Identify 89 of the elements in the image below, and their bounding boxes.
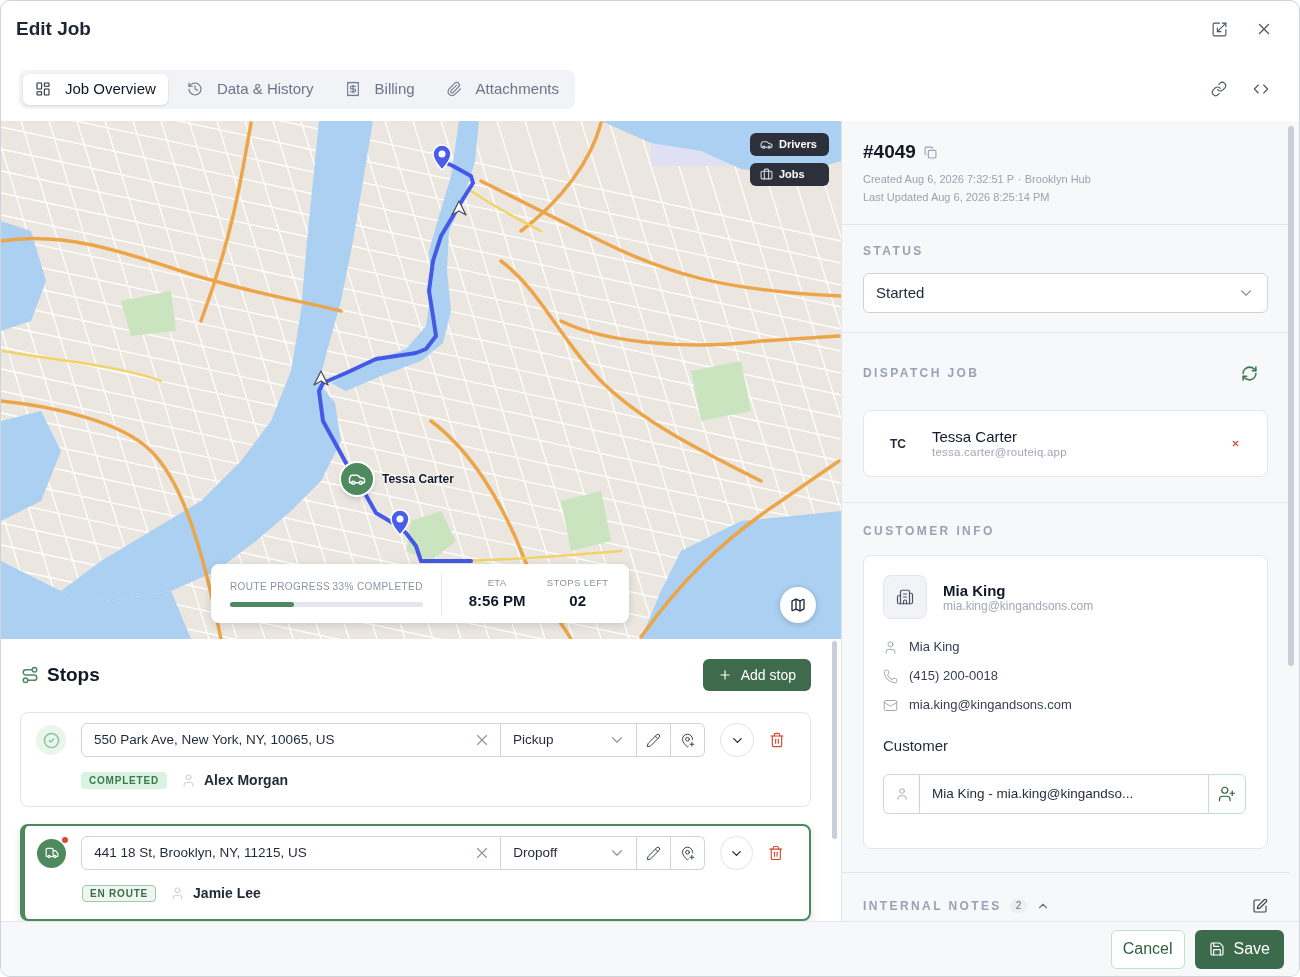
paperclip-icon xyxy=(445,81,462,97)
code-icon xyxy=(1253,81,1269,97)
tab[interactable]: Attachments xyxy=(433,73,571,105)
driver-name: Alex Morgan xyxy=(204,771,288,790)
map-icon xyxy=(790,597,806,613)
pin-button[interactable] xyxy=(671,723,705,757)
stops-left-value: 02 xyxy=(569,592,587,610)
truck-icon xyxy=(37,838,67,868)
person-icon xyxy=(170,886,186,901)
phone-icon xyxy=(883,668,898,684)
address-field[interactable]: 550 Park Ave, New York, NY, 10065, US xyxy=(81,723,501,757)
save-button[interactable]: Save xyxy=(1194,929,1284,969)
type-select[interactable]: Pickup xyxy=(501,723,637,757)
mail-icon xyxy=(883,697,898,713)
add-stop-button[interactable]: Add stop xyxy=(702,659,811,691)
section-label: DISPATCH JOB xyxy=(863,365,980,381)
add-customer-button[interactable] xyxy=(1208,774,1246,814)
scrollbar-thumb[interactable] xyxy=(1288,126,1294,666)
pin-plus-icon xyxy=(680,732,695,748)
customer-email: mia.king@kingandsons.com xyxy=(943,598,1094,613)
copy-icon[interactable] xyxy=(923,145,937,159)
pin-plus-icon xyxy=(680,845,696,861)
map-pin-icon[interactable] xyxy=(432,144,452,171)
layer-button[interactable]: Drivers xyxy=(750,133,829,156)
arrow-marker-icon xyxy=(451,200,467,216)
section-title: Stops xyxy=(47,662,100,687)
save-icon xyxy=(1208,941,1225,957)
layer-button[interactable]: Jobs xyxy=(750,163,829,186)
building-icon xyxy=(883,575,927,619)
person-icon xyxy=(883,639,898,655)
section-label: INTERNAL NOTES xyxy=(863,898,1002,914)
dialog-title: Edit Job xyxy=(16,16,91,41)
pencil-icon xyxy=(646,732,661,748)
link-icon xyxy=(1211,81,1227,97)
hub-name: · Brooklyn Hub xyxy=(1018,172,1091,187)
trash-icon[interactable] xyxy=(769,732,785,748)
progress-percent: 33% COMPLETED xyxy=(332,580,423,593)
cancel-button[interactable]: Cancel xyxy=(1110,929,1185,969)
edit-icon[interactable] xyxy=(1252,898,1268,914)
eta-value: 8:56 PM xyxy=(468,592,526,610)
pencil-icon xyxy=(646,845,662,861)
customer-name: Mia King xyxy=(943,581,1007,599)
pin-button[interactable] xyxy=(671,836,706,870)
contact-text: mia.king@kingandsons.com xyxy=(909,696,1072,715)
person-icon xyxy=(883,774,920,814)
driver-name: Jamie Lee xyxy=(193,884,261,903)
status-badge: EN ROUTE xyxy=(82,885,157,902)
person-icon xyxy=(181,773,196,788)
job-number: #4049 xyxy=(863,141,916,163)
driver-email: tessa.carter@routeiq.app xyxy=(932,445,1067,459)
driver-name: Tessa Carter xyxy=(932,428,1019,445)
scrollbar-thumb[interactable] xyxy=(832,641,837,839)
tab[interactable]: Data & History xyxy=(174,73,326,105)
map-pin-icon[interactable] xyxy=(390,509,410,536)
arrow-marker-icon xyxy=(313,370,329,386)
route-icon xyxy=(21,666,39,684)
contact-text: Mia King xyxy=(909,638,960,657)
edit-button[interactable] xyxy=(637,723,671,757)
remove-icon[interactable] xyxy=(1231,439,1240,448)
eta-label: ETA xyxy=(487,577,507,589)
briefcase-icon xyxy=(760,168,773,181)
stops-left-label: STOPS LEFT xyxy=(546,577,609,589)
customer-field[interactable]: Mia King - mia.king@kingandso... xyxy=(920,774,1208,814)
driver-label: Tessa Carter xyxy=(382,471,454,487)
plus-icon xyxy=(717,668,732,682)
history-icon xyxy=(186,81,203,97)
expand-icon xyxy=(1210,20,1228,38)
address-field[interactable]: 441 18 St, Brooklyn, NY, 11215, US xyxy=(81,836,502,870)
driver-initials: TC xyxy=(889,435,907,453)
section-label: STATUS xyxy=(863,243,925,259)
status-select[interactable]: Started xyxy=(863,273,1268,313)
progress-title: ROUTE PROGRESS xyxy=(230,580,331,593)
field-label: Customer xyxy=(883,736,950,756)
receipt-icon xyxy=(344,81,361,97)
status-badge: COMPLETED xyxy=(81,772,167,789)
type-select[interactable]: Dropoff xyxy=(501,836,638,870)
edit-button[interactable] xyxy=(637,836,672,870)
count-badge: 2 xyxy=(1009,899,1028,913)
created-date: Created Aug 6, 2026 7:32:51 P xyxy=(863,172,1015,187)
section-label: CUSTOMER INFO xyxy=(863,523,996,539)
refresh-icon[interactable] xyxy=(1241,364,1258,382)
contact-text: (415) 200-0018 xyxy=(909,667,998,686)
user-plus-icon xyxy=(1218,785,1236,803)
grid-icon xyxy=(35,81,51,97)
updated-date: Last Updated Aug 6, 2026 8:25:14 PM xyxy=(863,190,1051,205)
trash-icon[interactable] xyxy=(768,845,784,861)
tab[interactable]: Job Overview xyxy=(23,73,168,105)
car-icon xyxy=(760,138,773,151)
tab[interactable]: Billing xyxy=(332,73,427,105)
